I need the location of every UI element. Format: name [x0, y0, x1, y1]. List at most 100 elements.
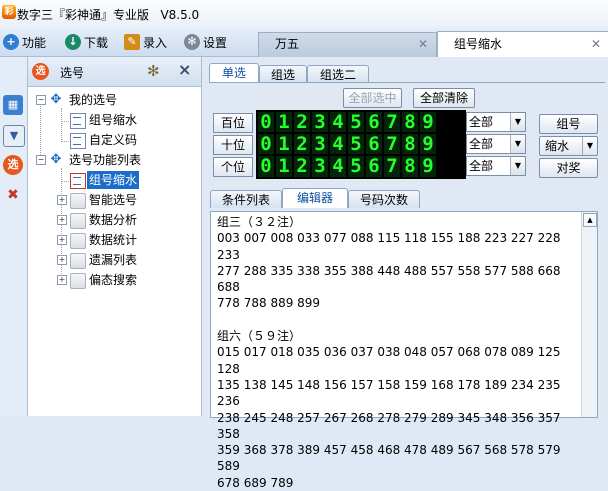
digit-button[interactable]: 4: [330, 112, 346, 133]
function-button[interactable]: + 功能: [3, 32, 46, 52]
digit-button[interactable]: 6: [366, 134, 382, 155]
clear-all-button[interactable]: 全部清除: [413, 88, 475, 108]
folder-icon: [70, 253, 86, 269]
chevron-down-icon: ▼: [510, 113, 525, 131]
tab-editor[interactable]: 编辑器: [282, 188, 348, 208]
tree-node-group-shrink-selected[interactable]: 组号缩水: [87, 171, 140, 189]
expand-toggle[interactable]: +: [57, 195, 67, 205]
digit-button[interactable]: 7: [384, 134, 400, 155]
tab-zuhao-suoshui[interactable]: 组号缩水 ✕: [437, 31, 608, 57]
vertical-scrollbar[interactable]: ▲: [581, 212, 597, 417]
title-bar: 彩 数字三『彩神通』专业版 V8.5.0: [0, 0, 608, 28]
digit-button[interactable]: 3: [312, 112, 328, 133]
tree-node-data-statistics[interactable]: 数据统计: [89, 231, 137, 249]
chevron-down-icon[interactable]: ▼: [582, 137, 597, 155]
digit-button[interactable]: 7: [384, 112, 400, 133]
scroll-up-arrow-icon[interactable]: ▲: [583, 213, 597, 227]
expand-toggle[interactable]: −: [36, 155, 46, 165]
digit-button[interactable]: 0: [258, 156, 274, 177]
digit-button[interactable]: 2: [294, 112, 310, 133]
digit-button[interactable]: 3: [312, 156, 328, 177]
tree-node-omission-list[interactable]: 遗漏列表: [89, 251, 137, 269]
expand-toggle[interactable]: +: [57, 235, 67, 245]
hundreds-button[interactable]: 百位: [213, 113, 253, 133]
digit-button[interactable]: 7: [384, 156, 400, 177]
settings-button[interactable]: ✻ 设置: [184, 32, 227, 52]
digit-button[interactable]: 2: [294, 156, 310, 177]
main-panel: 单选 组选 组选二 全部选中 全部清除 百位 0 1 2 3 4 5 6 7 8…: [202, 57, 608, 490]
digit-button[interactable]: 0: [258, 134, 274, 155]
expand-toggle[interactable]: +: [57, 215, 67, 225]
tree-node-my-picks[interactable]: 我的选号: [69, 91, 117, 109]
digit-button[interactable]: 1: [276, 156, 292, 177]
digit-button[interactable]: 9: [420, 156, 436, 177]
digit-button[interactable]: 4: [330, 134, 346, 155]
download-button[interactable]: ↓ 下载: [65, 32, 108, 52]
folder-icon: [70, 193, 86, 209]
gear-icon: ✻: [184, 34, 200, 50]
digit-button[interactable]: 1: [276, 112, 292, 133]
editor-textarea[interactable]: 组三（３２注） 003 007 008 033 077 088 115 118 …: [210, 211, 598, 490]
tens-filter-select[interactable]: 全部 ▼: [466, 134, 526, 154]
digit-button[interactable]: 9: [420, 112, 436, 133]
side-icon-strip: ▦ ▼ 选 ✖: [0, 57, 28, 416]
plus-icon: +: [3, 34, 19, 50]
close-icon[interactable]: ×: [178, 62, 194, 78]
folder-icon: [70, 233, 86, 249]
tree-node-custom-code[interactable]: 自定义码: [89, 131, 137, 149]
entry-label: 录入: [143, 35, 168, 50]
tree-node-function-list[interactable]: 选号功能列表: [69, 151, 141, 169]
tree-node-skew-search[interactable]: 偏态搜索: [89, 271, 137, 289]
digit-button[interactable]: 8: [402, 156, 418, 177]
tab-group-two[interactable]: 组选二: [307, 65, 369, 83]
digit-button[interactable]: 3: [312, 134, 328, 155]
hundreds-filter-select[interactable]: 全部 ▼: [466, 112, 526, 132]
digit-button[interactable]: 5: [348, 156, 364, 177]
tools-icon[interactable]: ✖: [3, 185, 23, 205]
filter-icon[interactable]: ▼: [3, 125, 25, 147]
tab-condition-list[interactable]: 条件列表: [210, 190, 282, 208]
tree-node-data-analysis[interactable]: 数据分析: [89, 211, 137, 229]
chart-icon[interactable]: ▦: [3, 95, 23, 115]
digit-button[interactable]: 6: [366, 112, 382, 133]
group-number-button[interactable]: 组号: [539, 114, 598, 134]
tab-group[interactable]: 组选: [259, 65, 307, 83]
digit-button[interactable]: 9: [420, 134, 436, 155]
folder-icon: [70, 213, 86, 229]
expand-toggle[interactable]: +: [57, 275, 67, 285]
tree-node-smart-pick[interactable]: 智能选号: [89, 191, 137, 209]
settings-label: 设置: [203, 35, 228, 50]
digit-button[interactable]: 2: [294, 134, 310, 155]
digit-button[interactable]: 4: [330, 156, 346, 177]
expand-toggle[interactable]: −: [36, 95, 46, 105]
shrink-button[interactable]: 缩水 ▼: [539, 136, 598, 156]
close-icon[interactable]: ✕: [591, 32, 601, 57]
tree-title: 选号: [60, 66, 85, 80]
tab-wanwu[interactable]: 万五 ✕: [258, 32, 437, 57]
tab-number-count[interactable]: 号码次数: [348, 190, 420, 208]
gear-icon[interactable]: ✻: [147, 63, 163, 79]
tens-button[interactable]: 十位: [213, 135, 253, 155]
digit-button[interactable]: 8: [402, 134, 418, 155]
select-number-icon[interactable]: 选: [3, 155, 23, 175]
check-prize-button[interactable]: 对奖: [539, 158, 598, 178]
entry-button[interactable]: ✎ 录入: [124, 32, 167, 52]
document-icon: [70, 133, 86, 149]
units-filter-select[interactable]: 全部 ▼: [466, 156, 526, 176]
digit-button[interactable]: 5: [348, 134, 364, 155]
tab-single[interactable]: 单选: [209, 63, 259, 83]
digit-button[interactable]: 6: [366, 156, 382, 177]
tree-node-group-shrink[interactable]: 组号缩水: [89, 111, 137, 129]
tab-zuhao-label: 组号缩水: [454, 37, 503, 51]
units-button[interactable]: 个位: [213, 157, 253, 177]
select-badge-icon: 选: [32, 63, 49, 80]
digit-button[interactable]: 0: [258, 112, 274, 133]
select-all-button[interactable]: 全部选中: [343, 88, 402, 108]
expand-toggle[interactable]: +: [57, 255, 67, 265]
red-arrow-document-icon: [70, 173, 86, 189]
digit-button[interactable]: 8: [402, 112, 418, 133]
close-icon[interactable]: ✕: [418, 33, 428, 56]
digit-button[interactable]: 5: [348, 112, 364, 133]
digit-button[interactable]: 1: [276, 134, 292, 155]
folder-icon: [70, 273, 86, 289]
